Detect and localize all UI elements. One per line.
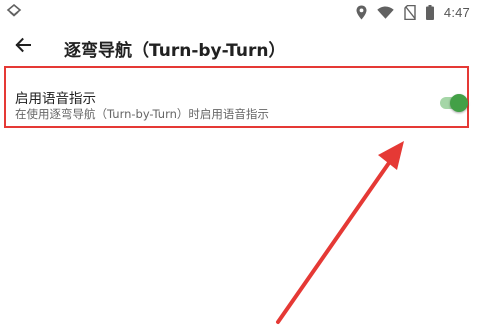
setting-subtitle: 在使用逐弯导航（Turn-by-Turn）时启用语音指示: [15, 107, 269, 121]
setting-title: 启用语音指示: [15, 91, 96, 107]
status-icons: 4:47: [356, 3, 470, 21]
app-bar: 逐弯导航（Turn-by-Turn）: [0, 26, 480, 68]
status-bar: 4:47: [0, 0, 480, 24]
page-title: 逐弯导航（Turn-by-Turn）: [64, 41, 286, 61]
arrow-back-icon: [14, 36, 32, 58]
no-sim-icon: [404, 4, 416, 20]
app-notification-icon: [6, 3, 22, 19]
voice-guidance-setting[interactable]: 启用语音指示 在使用逐弯导航（Turn-by-Turn）时启用语音指示: [4, 66, 469, 128]
location-icon: [356, 5, 367, 20]
wifi-icon: [377, 6, 394, 19]
battery-icon: [425, 4, 434, 20]
voice-guidance-toggle[interactable]: [440, 94, 470, 112]
back-button[interactable]: [10, 34, 36, 60]
toggle-thumb: [450, 94, 468, 112]
status-time: 4:47: [443, 4, 470, 20]
